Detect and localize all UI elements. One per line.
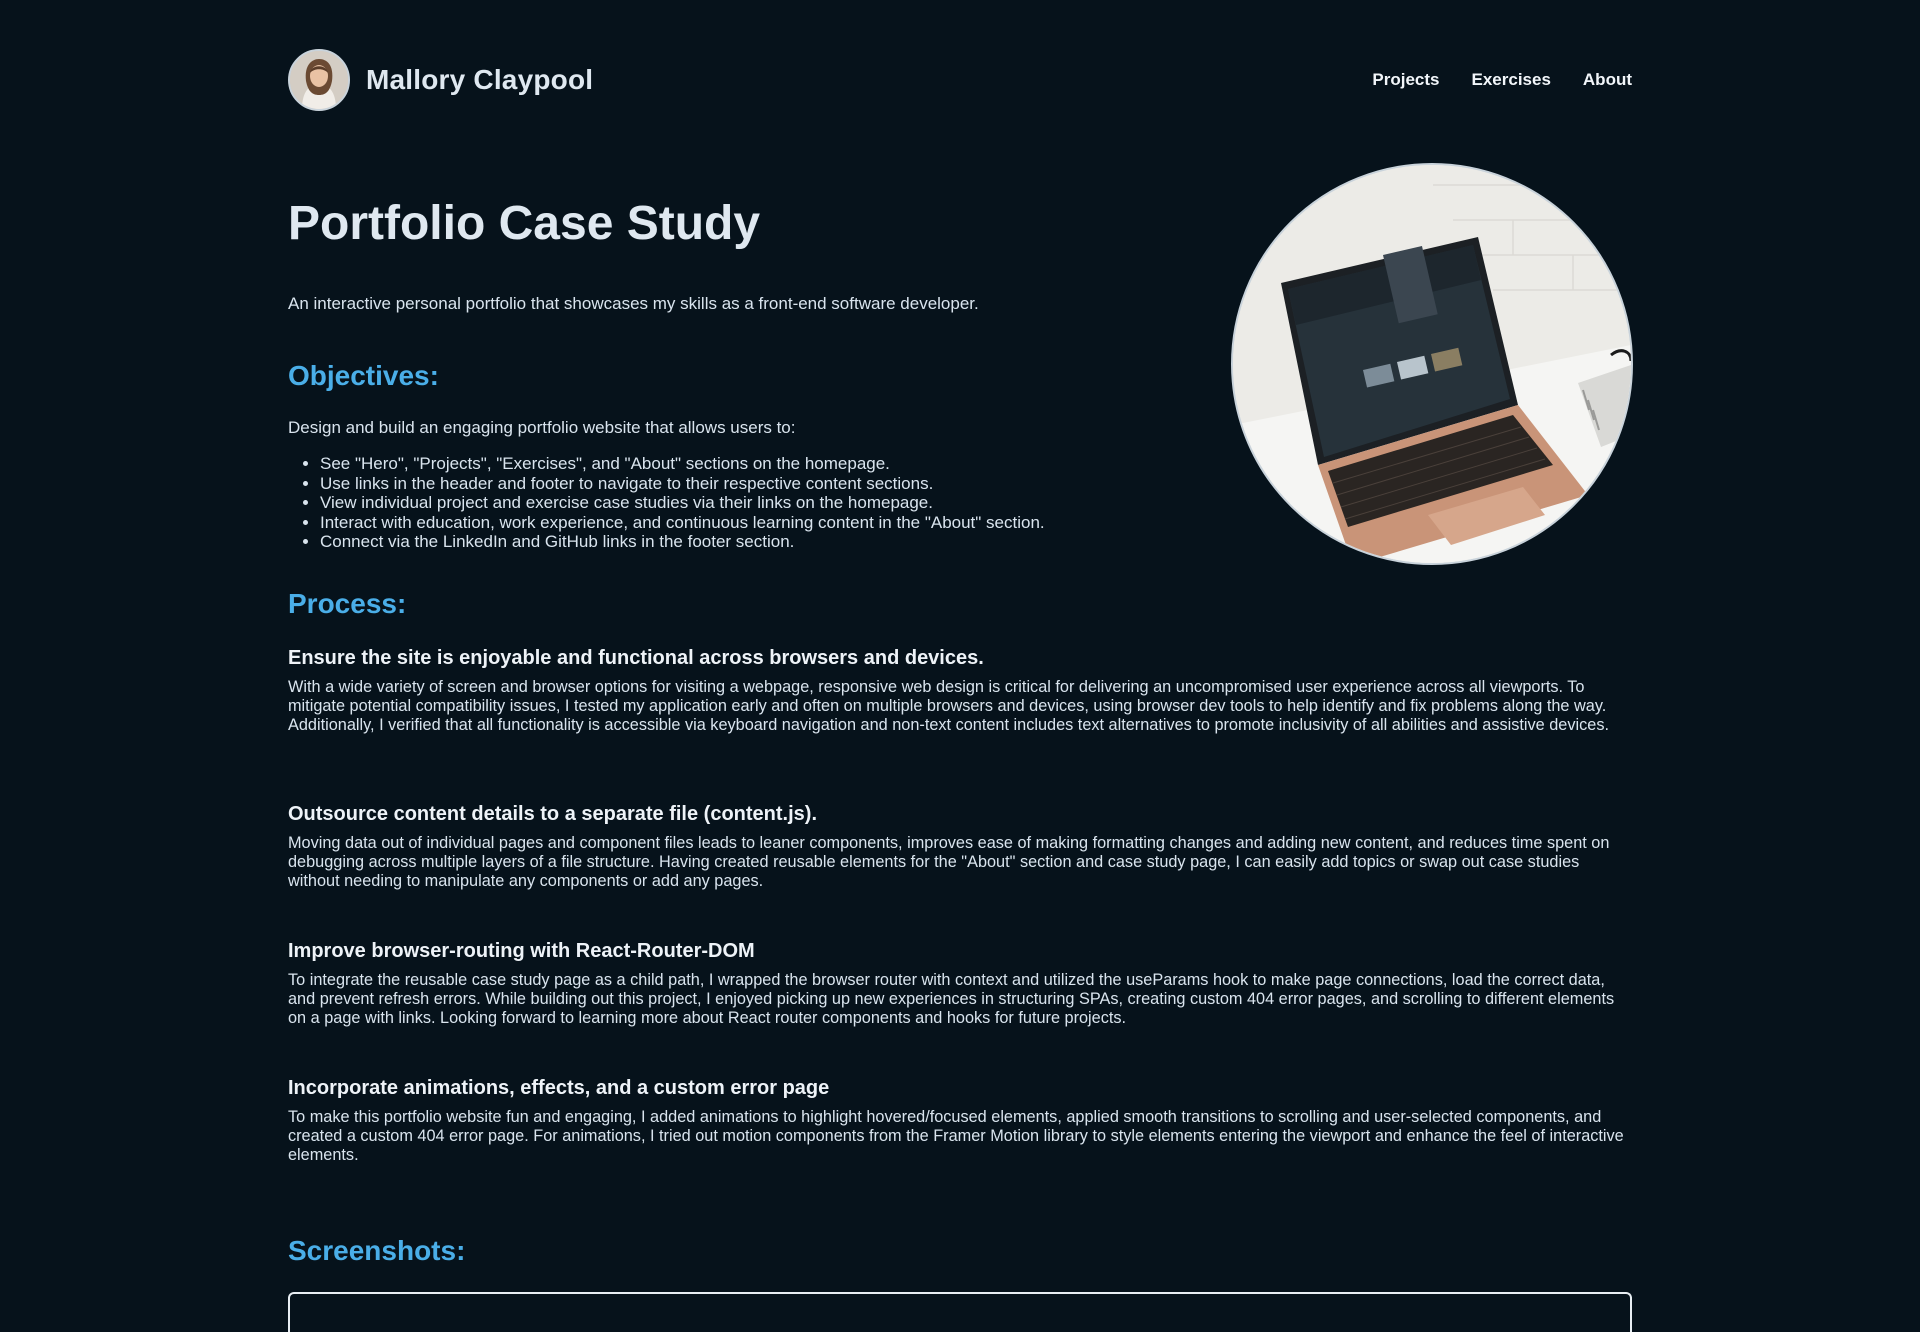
nav-link-projects[interactable]: Projects	[1372, 70, 1439, 90]
process-item-title: Outsource content details to a separate …	[288, 803, 817, 825]
screenshots-heading: Screenshots:	[288, 1235, 466, 1266]
laptop-hero-image	[1231, 163, 1633, 565]
list-item: Connect via the LinkedIn and GitHub link…	[320, 532, 1045, 552]
process-item: Improve browser-routing with React-Route…	[288, 940, 1632, 1028]
nav-link-exercises[interactable]: Exercises	[1472, 70, 1551, 90]
list-item: See "Hero", "Projects", "Exercises", and…	[320, 454, 1045, 474]
list-item: View individual project and exercise cas…	[320, 493, 1045, 513]
process-item-title: Ensure the site is enjoyable and functio…	[288, 647, 984, 669]
project-intro: An interactive personal portfolio that s…	[288, 294, 979, 313]
process-item-body: To make this portfolio website fun and e…	[288, 1108, 1624, 1164]
home-link[interactable]: Mallory Claypool	[288, 47, 593, 113]
site-header: Mallory Claypool Projects Exercises Abou…	[288, 47, 1632, 113]
objectives-heading: Objectives:	[288, 360, 439, 391]
process-item-title: Incorporate animations, effects, and a c…	[288, 1077, 830, 1099]
objectives-list: See "Hero", "Projects", "Exercises", and…	[288, 454, 1045, 552]
page-title: Portfolio Case Study	[288, 197, 761, 250]
list-item: Interact with education, work experience…	[320, 513, 1045, 533]
process-item-body: Moving data out of individual pages and …	[288, 834, 1610, 890]
process-item: Incorporate animations, effects, and a c…	[288, 1077, 1632, 1165]
case-study-page: Mallory Claypool Projects Exercises Abou…	[0, 0, 1920, 1332]
process-item-title: Improve browser-routing with React-Route…	[288, 940, 755, 962]
process-heading: Process:	[288, 588, 407, 619]
process-item: Outsource content details to a separate …	[288, 803, 1632, 891]
site-owner-name: Mallory Claypool	[366, 64, 594, 95]
list-item: Use links in the header and footer to na…	[320, 474, 1045, 494]
avatar	[288, 49, 350, 111]
process-item: Ensure the site is enjoyable and functio…	[288, 647, 1632, 735]
main-nav: Projects Exercises About	[1340, 47, 1632, 113]
nav-link-about[interactable]: About	[1583, 70, 1632, 90]
objectives-lead: Design and build an engaging portfolio w…	[288, 418, 796, 437]
process-item-body: To integrate the reusable case study pag…	[288, 971, 1615, 1027]
screenshot-frame	[288, 1292, 1632, 1332]
process-item-body: With a wide variety of screen and browse…	[288, 678, 1609, 734]
